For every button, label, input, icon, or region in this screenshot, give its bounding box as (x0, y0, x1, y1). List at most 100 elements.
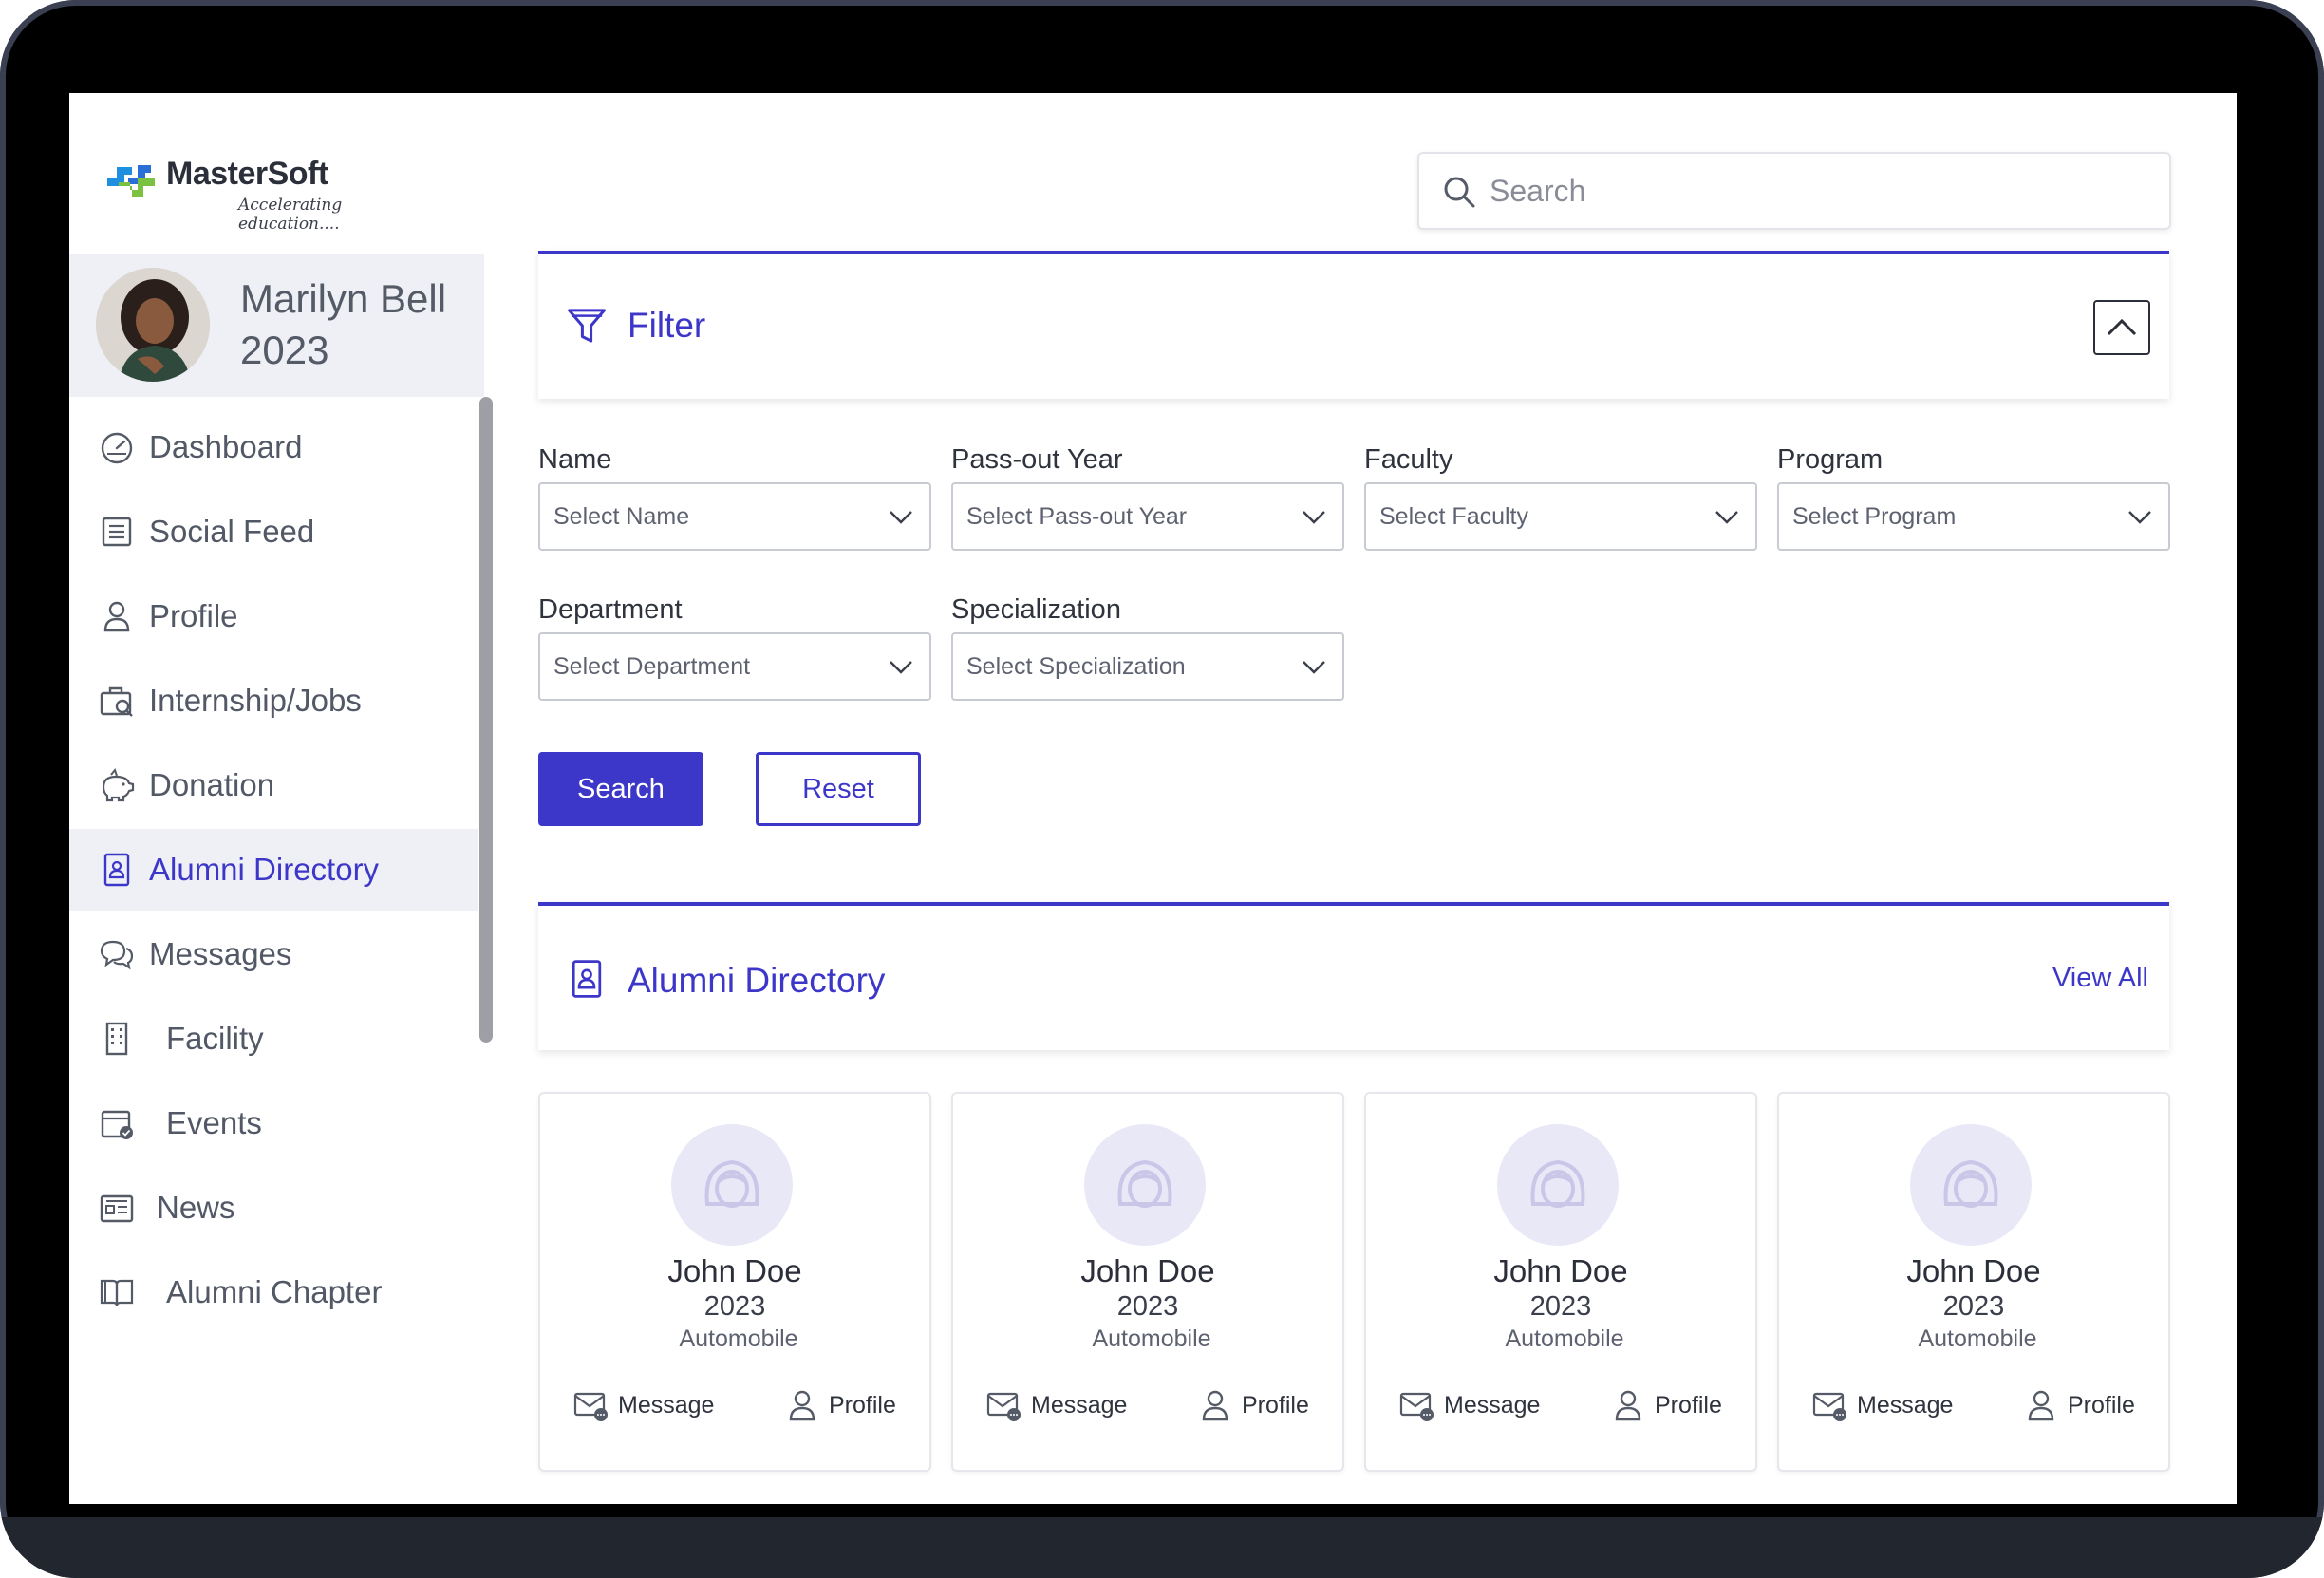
message-button[interactable]: Message (985, 1384, 1127, 1426)
sidebar-item-label: Alumni Chapter (166, 1274, 383, 1309)
sidebar-item-label: Facility (166, 1021, 264, 1056)
mail-chat-icon (573, 1392, 608, 1421)
user-icon (789, 1390, 815, 1421)
department-select-value: Select Department (553, 653, 751, 680)
specialization-label: Specialization (951, 594, 1121, 625)
chat-icon (100, 940, 134, 970)
message-button[interactable]: Message (1398, 1384, 1540, 1426)
alumni-name: John Doe (1080, 1253, 1215, 1288)
sidebar-scrollbar[interactable] (479, 397, 493, 1043)
alumni-card: John Doe 2023 Automobile Message Profile (1364, 1092, 1757, 1472)
mail-chat-icon (1812, 1392, 1846, 1421)
filter-title: Filter (628, 306, 706, 345)
profile-label: Profile (1655, 1391, 1722, 1418)
message-label: Message (1444, 1391, 1541, 1418)
newspaper-icon (100, 1194, 134, 1223)
mastersoft-logo-icon (107, 165, 155, 197)
chevron-down-icon (890, 661, 912, 674)
user-profile-card[interactable]: Marilyn Bell 2023 (69, 254, 484, 397)
sidebar-nav: Dashboard Social Feed Profile Internship… (69, 406, 478, 1336)
specialization-select-value: Select Specialization (966, 653, 1186, 680)
alumni-name: John Doe (1493, 1253, 1628, 1288)
book-icon (100, 1279, 134, 1306)
sidebar-item-label: Internship/Jobs (149, 683, 362, 718)
user-face-icon (1530, 1159, 1585, 1208)
message-label: Message (618, 1391, 715, 1418)
global-search[interactable] (1417, 152, 2171, 230)
faculty-select[interactable]: Select Faculty (1364, 482, 1757, 551)
alumni-avatar (1084, 1124, 1206, 1246)
collapse-filter-button[interactable] (2093, 300, 2150, 355)
sidebar-item-alumni-chapter[interactable]: Alumni Chapter (69, 1251, 478, 1333)
profile-label: Profile (829, 1391, 896, 1418)
user-year: 2023 (240, 328, 329, 372)
chevron-down-icon (2128, 511, 2151, 524)
view-all-link[interactable]: View All (2052, 963, 2148, 994)
mail-chat-icon (1399, 1392, 1434, 1421)
sidebar-item-messages[interactable]: Messages (69, 913, 478, 995)
dashboard-icon (101, 432, 133, 464)
device-frame: MasterSoft Accelerating education.... Se… (0, 0, 2324, 1578)
alumni-card: John Doe 2023 Automobile Message Profile (1777, 1092, 2170, 1472)
alumni-name: John Doe (667, 1253, 802, 1288)
app-screen: MasterSoft Accelerating education.... Se… (69, 93, 2237, 1504)
sidebar-item-label: Social Feed (149, 514, 315, 549)
sidebar-item-events[interactable]: Events (69, 1082, 478, 1164)
chevron-down-icon (1303, 511, 1325, 524)
reset-button[interactable]: Reset (756, 752, 921, 826)
sidebar-item-donation[interactable]: Donation (69, 744, 478, 826)
faculty-select-value: Select Faculty (1379, 503, 1529, 530)
passout-year-select[interactable]: Select Pass-out Year (951, 482, 1344, 551)
message-label: Message (1857, 1391, 1954, 1418)
feed-icon (102, 517, 132, 547)
user-icon (2028, 1390, 2054, 1421)
alumni-year: 2023 (703, 1291, 766, 1322)
sidebar-item-dashboard[interactable]: Dashboard (69, 406, 478, 488)
building-icon (105, 1022, 128, 1056)
alumni-year: 2023 (1116, 1291, 1179, 1322)
user-name: Marilyn Bell (240, 276, 447, 321)
search-button[interactable]: Search (538, 752, 703, 826)
profile-button[interactable]: Profile (1609, 1384, 1722, 1426)
profile-button[interactable]: Profile (2022, 1384, 2135, 1426)
passout-year-select-value: Select Pass-out Year (966, 503, 1188, 530)
chevron-up-icon (2107, 318, 2137, 336)
alumni-card: John Doe 2023 Automobile Message Profile (951, 1092, 1344, 1472)
device-bottom-bar (0, 1517, 2324, 1578)
message-button[interactable]: Message (572, 1384, 714, 1426)
user-face-icon (704, 1159, 759, 1208)
sidebar-item-social-feed[interactable]: Social Feed (69, 491, 478, 573)
profile-button[interactable]: Profile (783, 1384, 896, 1426)
message-button[interactable]: Message (1811, 1384, 1953, 1426)
search-input[interactable] (1488, 165, 2137, 216)
alumni-avatar (671, 1124, 793, 1246)
program-select[interactable]: Select Program (1777, 482, 2170, 551)
alumni-avatar (1910, 1124, 2032, 1246)
brand-logo[interactable]: MasterSoft Accelerating education.... (103, 150, 388, 234)
user-icon (1202, 1390, 1228, 1421)
alumni-year: 2023 (1529, 1291, 1592, 1322)
sidebar-item-label: Messages (149, 936, 292, 971)
profile-button[interactable]: Profile (1196, 1384, 1309, 1426)
user-photo-icon (96, 268, 210, 382)
sidebar-item-facility[interactable]: Facility (69, 998, 478, 1080)
user-icon (1615, 1390, 1641, 1421)
sidebar-item-label: Donation (149, 767, 275, 802)
alumni-department: Automobile (1918, 1325, 2037, 1352)
user-icon (103, 601, 130, 632)
sidebar-item-alumni-directory[interactable]: Alumni Directory (69, 829, 478, 911)
alumni-avatar (1497, 1124, 1619, 1246)
sidebar-item-profile[interactable]: Profile (69, 575, 478, 657)
sidebar-item-news[interactable]: News (69, 1167, 478, 1249)
specialization-select[interactable]: Select Specialization (951, 632, 1344, 701)
name-select[interactable]: Select Name (538, 482, 931, 551)
filter-panel: Filter (538, 251, 2169, 399)
alumni-year: 2023 (1942, 1291, 2005, 1322)
sidebar-item-label: Events (166, 1105, 262, 1140)
alumni-name: John Doe (1906, 1253, 2041, 1288)
alumni-directory-title: Alumni Directory (628, 961, 886, 1000)
brand-tagline: Accelerating education.... (238, 196, 343, 234)
passout-year-label: Pass-out Year (951, 444, 1123, 475)
sidebar-item-internship-jobs[interactable]: Internship/Jobs (69, 660, 478, 742)
department-select[interactable]: Select Department (538, 632, 931, 701)
